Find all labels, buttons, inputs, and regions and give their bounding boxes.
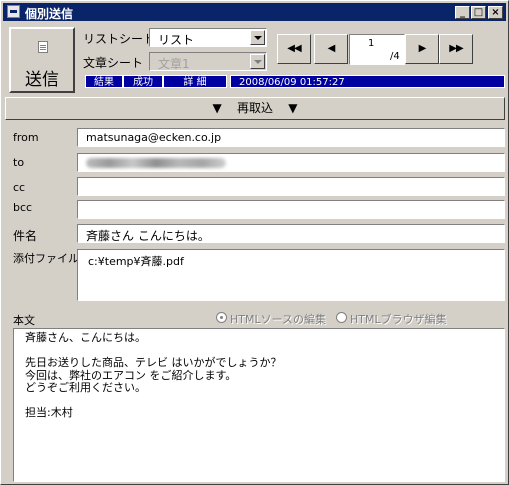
app-icon (7, 5, 20, 18)
send-button-label: 送信 (25, 70, 59, 90)
doc-sheet-label: 文章シート (83, 56, 144, 70)
first-page-button[interactable]: ◀◀ (277, 34, 311, 64)
document-icon (38, 41, 48, 53)
doc-sheet-select[interactable]: 文章1 (149, 52, 267, 71)
prev-page-button[interactable]: ◀ (314, 34, 348, 64)
window-title: 個別送信 (25, 7, 74, 21)
body-textarea[interactable]: 斉藤さん、こんにちは。 先日お送りした商品、テレビ はいかがでしょうか？ 今回は… (13, 328, 505, 482)
status-timestamp: 2008/06/09 01:57:27 (230, 75, 505, 88)
title-bar: 個別送信 _ □ × (3, 3, 506, 21)
list-sheet-label: リストシート (83, 32, 156, 46)
from-label: from (13, 131, 39, 144)
cc-label: cc (13, 181, 26, 194)
from-value: matsunaga@ecken.co.jp (86, 131, 222, 144)
to-field[interactable] (77, 153, 505, 172)
next-page-button[interactable]: ▶ (405, 34, 439, 64)
status-tab-success[interactable]: 成功 (123, 75, 163, 88)
body-text: 斉藤さん、こんにちは。 先日お送りした商品、テレビ はいかがでしょうか？ 今回は… (25, 331, 282, 419)
chevron-down-icon[interactable] (250, 54, 265, 69)
maximize-button[interactable]: □ (471, 6, 486, 19)
list-sheet-select[interactable]: リスト (149, 28, 267, 47)
send-button[interactable]: 送信 (9, 27, 75, 93)
triangle-down-icon: ▼ (212, 101, 222, 115)
triangle-down-icon: ▼ (288, 101, 298, 115)
page-indicator[interactable]: 1 /4 (349, 34, 405, 65)
status-tab-result[interactable]: 結果 (85, 75, 123, 88)
reacquire-button[interactable]: ▼ 再取込 ▼ (5, 97, 505, 120)
last-page-button[interactable]: ▶▶ (439, 34, 473, 64)
cc-field[interactable] (77, 177, 505, 196)
body-label: 本文 (13, 314, 35, 327)
bcc-label: bcc (13, 201, 33, 214)
attachment-value: c:¥temp¥斉藤.pdf (88, 255, 184, 268)
radio-html-browser-label: HTMLブラウザ編集 (350, 313, 447, 326)
reacquire-label: 再取込 (236, 101, 273, 115)
radio-html-browser[interactable] (336, 312, 347, 323)
page-current: 1 (368, 38, 375, 49)
app-window: 個別送信 _ □ × 送信 リストシート リスト 文章シート 文章1 ◀◀ ◀ … (0, 0, 509, 485)
radio-html-source-label: HTMLソースの編集 (230, 313, 327, 326)
from-field[interactable]: matsunaga@ecken.co.jp (77, 128, 505, 147)
subject-value: 斉藤さん こんにちは。 (86, 229, 210, 243)
chevron-down-icon[interactable] (250, 30, 265, 45)
subject-field[interactable]: 斉藤さん こんにちは。 (77, 224, 505, 243)
attachment-label: 添付ファイル (13, 252, 79, 265)
list-sheet-value: リスト (158, 33, 195, 47)
redacted-address (86, 158, 226, 168)
status-tab-detail[interactable]: 詳 細 (163, 75, 227, 88)
doc-sheet-value: 文章1 (158, 57, 190, 71)
bcc-field[interactable] (77, 200, 505, 219)
to-label: to (13, 156, 25, 169)
page-total: /4 (390, 51, 400, 62)
minimize-button[interactable]: _ (455, 6, 470, 19)
radio-html-source[interactable] (216, 312, 227, 323)
close-button[interactable]: × (488, 6, 503, 19)
subject-label: 件名 (13, 229, 38, 243)
attachment-field[interactable]: c:¥temp¥斉藤.pdf (77, 249, 505, 301)
